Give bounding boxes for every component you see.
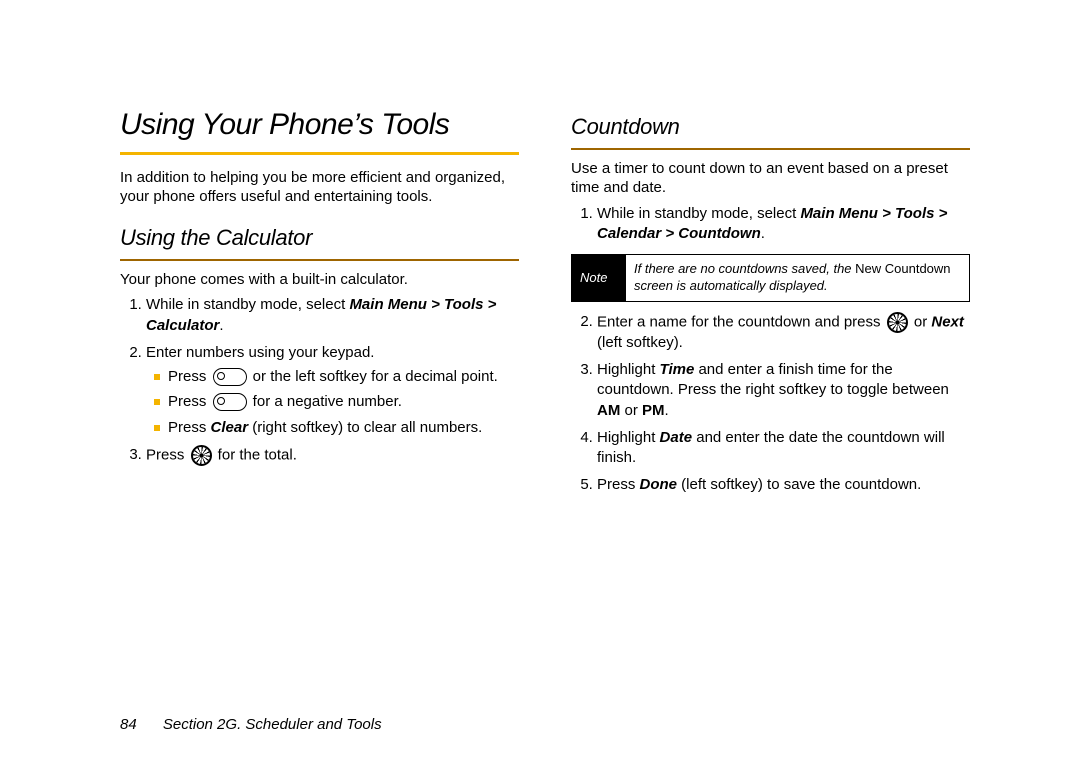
list-item: Press for a negative number. [154,392,519,412]
pound-key-icon [213,393,247,411]
intro-text: In addition to helping you be more effic… [120,169,519,207]
section-label: Section 2G. Scheduler and Tools [163,716,382,733]
star-key-icon [213,368,247,386]
body-text: Use a timer to count down to an event ba… [571,160,970,198]
note-content: If there are no countdowns saved, the Ne… [626,255,969,301]
list-item: While in standby mode, select Main Menu … [597,204,970,245]
steps-list: While in standby mode, select Main Menu … [571,204,970,245]
list-item: Highlight Date and enter the date the co… [597,428,970,469]
list-item: Enter numbers using your keypad. Press o… [146,343,519,438]
divider [120,259,519,261]
nav-key-icon [191,445,212,466]
note-box: Note If there are no countdowns saved, t… [571,254,970,302]
divider [120,152,519,155]
list-item: Highlight Time and enter a finish time f… [597,360,970,421]
list-item: Enter a name for the countdown and press… [597,312,970,353]
section-heading-countdown: Countdown [571,114,970,140]
steps-list: While in standby mode, select Main Menu … [120,295,519,466]
list-item: Press or the left softkey for a decimal … [154,367,519,387]
left-column: Using Your Phone’s Tools In addition to … [120,108,519,503]
steps-list: Enter a name for the countdown and press… [571,312,970,496]
divider [571,148,970,150]
page-title: Using Your Phone’s Tools [120,108,519,142]
list-item: Press Clear (right softkey) to clear all… [154,418,519,438]
page-footer: 84 Section 2G. Scheduler and Tools [0,716,1080,771]
right-column: Countdown Use a timer to count down to a… [571,108,970,503]
page-number: 84 [120,716,137,733]
sub-list: Press or the left softkey for a decimal … [146,367,519,438]
nav-key-icon [887,312,908,333]
note-label: Note [572,255,626,301]
list-item: Press for the total. [146,445,519,466]
section-heading-calculator: Using the Calculator [120,225,519,251]
body-text: Your phone comes with a built-in calcula… [120,271,519,290]
list-item: Press Done (left softkey) to save the co… [597,475,970,495]
list-item: While in standby mode, select Main Menu … [146,295,519,336]
